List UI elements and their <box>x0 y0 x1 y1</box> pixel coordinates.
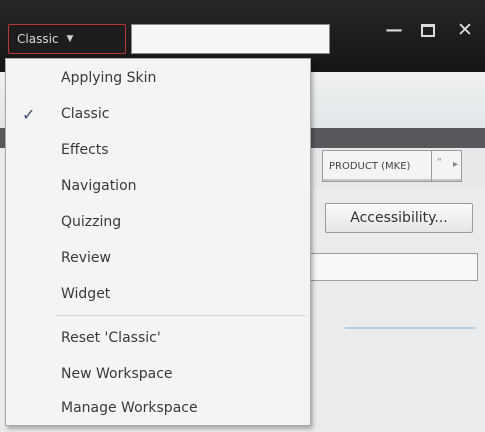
maximize-button[interactable] <box>414 18 442 42</box>
menu-item-label: Quizzing <box>61 214 122 230</box>
workspace-dropdown-menu: Applying Skin ✓ Classic Effects Navigati… <box>5 58 311 426</box>
tab-more-icon[interactable]: ▸ <box>453 159 458 170</box>
chevron-down-icon: ▼ <box>66 34 74 44</box>
menu-item-review[interactable]: Review <box>6 241 310 275</box>
menu-item-classic[interactable]: ✓ Classic <box>6 97 310 131</box>
accent-divider <box>345 327 475 329</box>
tab-product[interactable]: PRODUCT (MKE) " ▸ <box>322 150 462 182</box>
menu-item-widget[interactable]: Widget <box>6 277 310 311</box>
checkmark-icon: ✓ <box>22 104 36 124</box>
close-button[interactable]: ✕ <box>451 18 479 42</box>
menu-item-label: Review <box>61 250 111 266</box>
workspace-switcher-button[interactable]: Classic ▼ <box>8 24 126 54</box>
menu-item-quizzing[interactable]: Quizzing <box>6 205 310 239</box>
menu-item-label: Effects <box>61 142 109 158</box>
accessibility-button-label: Accessibility... <box>350 210 448 226</box>
menu-separator <box>56 315 306 316</box>
tab-product-label: PRODUCT (MKE) <box>329 160 411 172</box>
workspace-switcher-label: Classic <box>17 32 59 46</box>
menu-item-label: Navigation <box>61 178 137 194</box>
tab-quote-glyph: " <box>437 157 442 168</box>
minimize-icon: — <box>385 20 403 40</box>
menu-item-label: New Workspace <box>61 366 173 382</box>
maximize-icon <box>421 23 435 37</box>
close-icon: ✕ <box>457 19 473 41</box>
menu-item-effects[interactable]: Effects <box>6 133 310 167</box>
menu-item-applying-skin[interactable]: Applying Skin <box>6 61 310 95</box>
menu-item-manage-workspace[interactable]: Manage Workspace <box>6 391 310 425</box>
menu-item-label: Classic <box>61 106 110 122</box>
accessibility-button[interactable]: Accessibility... <box>325 203 473 233</box>
menu-item-label: Manage Workspace <box>61 400 198 416</box>
tab-separator <box>431 151 432 181</box>
minimize-button[interactable]: — <box>380 18 408 42</box>
text-field[interactable] <box>305 253 478 281</box>
menu-item-label: Widget <box>61 286 111 302</box>
menu-item-new-workspace[interactable]: New Workspace <box>6 357 310 391</box>
menu-item-label: Reset 'Classic' <box>61 330 161 346</box>
menu-item-navigation[interactable]: Navigation <box>6 169 310 203</box>
search-input[interactable] <box>131 24 330 54</box>
menu-item-reset-workspace[interactable]: Reset 'Classic' <box>6 321 310 355</box>
menu-item-label: Applying Skin <box>61 70 157 86</box>
